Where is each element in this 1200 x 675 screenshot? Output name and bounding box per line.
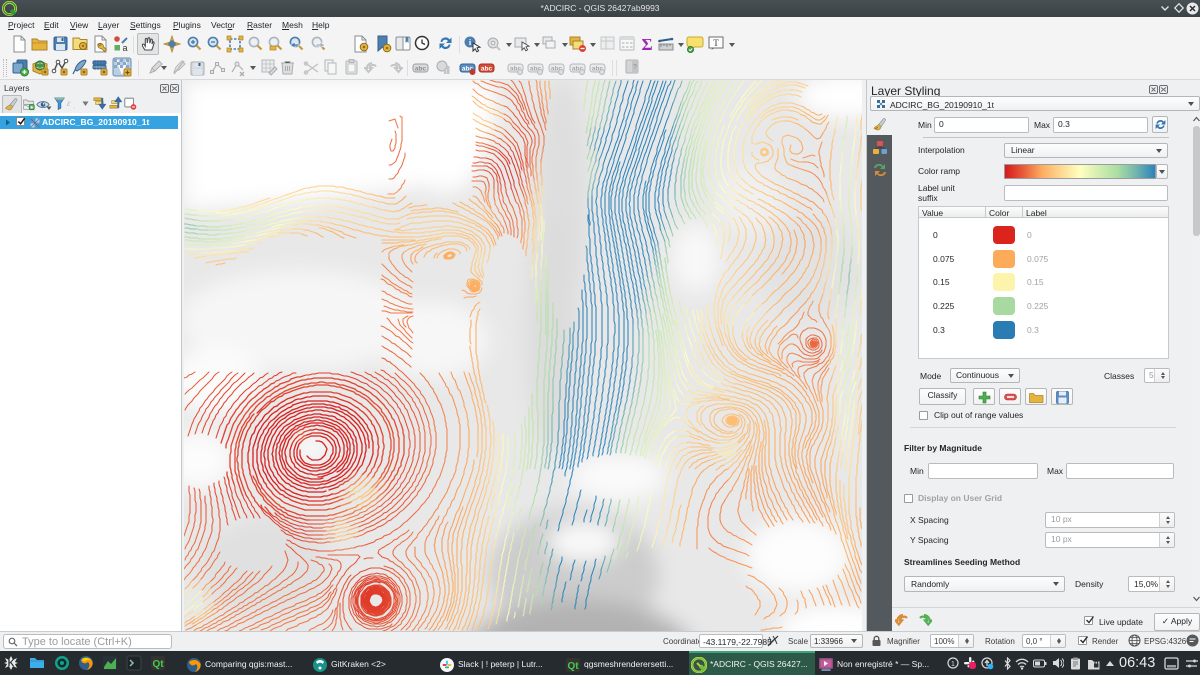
- svg-text:abc: abc: [415, 66, 427, 73]
- svg-text:ε: ε: [67, 98, 71, 109]
- svg-text:1: 1: [951, 661, 955, 668]
- svg-text:,,: ,,: [73, 104, 75, 109]
- svg-text:Σ: Σ: [641, 35, 652, 53]
- svg-text:a: a: [122, 43, 127, 53]
- svg-text:?: ?: [633, 64, 637, 71]
- svg-text:abc: abc: [481, 66, 493, 73]
- svg-text:Qt: Qt: [152, 659, 164, 670]
- svg-text:K: K: [8, 658, 15, 668]
- svg-text:T: T: [713, 38, 719, 48]
- svg-text:Qt: Qt: [567, 661, 579, 672]
